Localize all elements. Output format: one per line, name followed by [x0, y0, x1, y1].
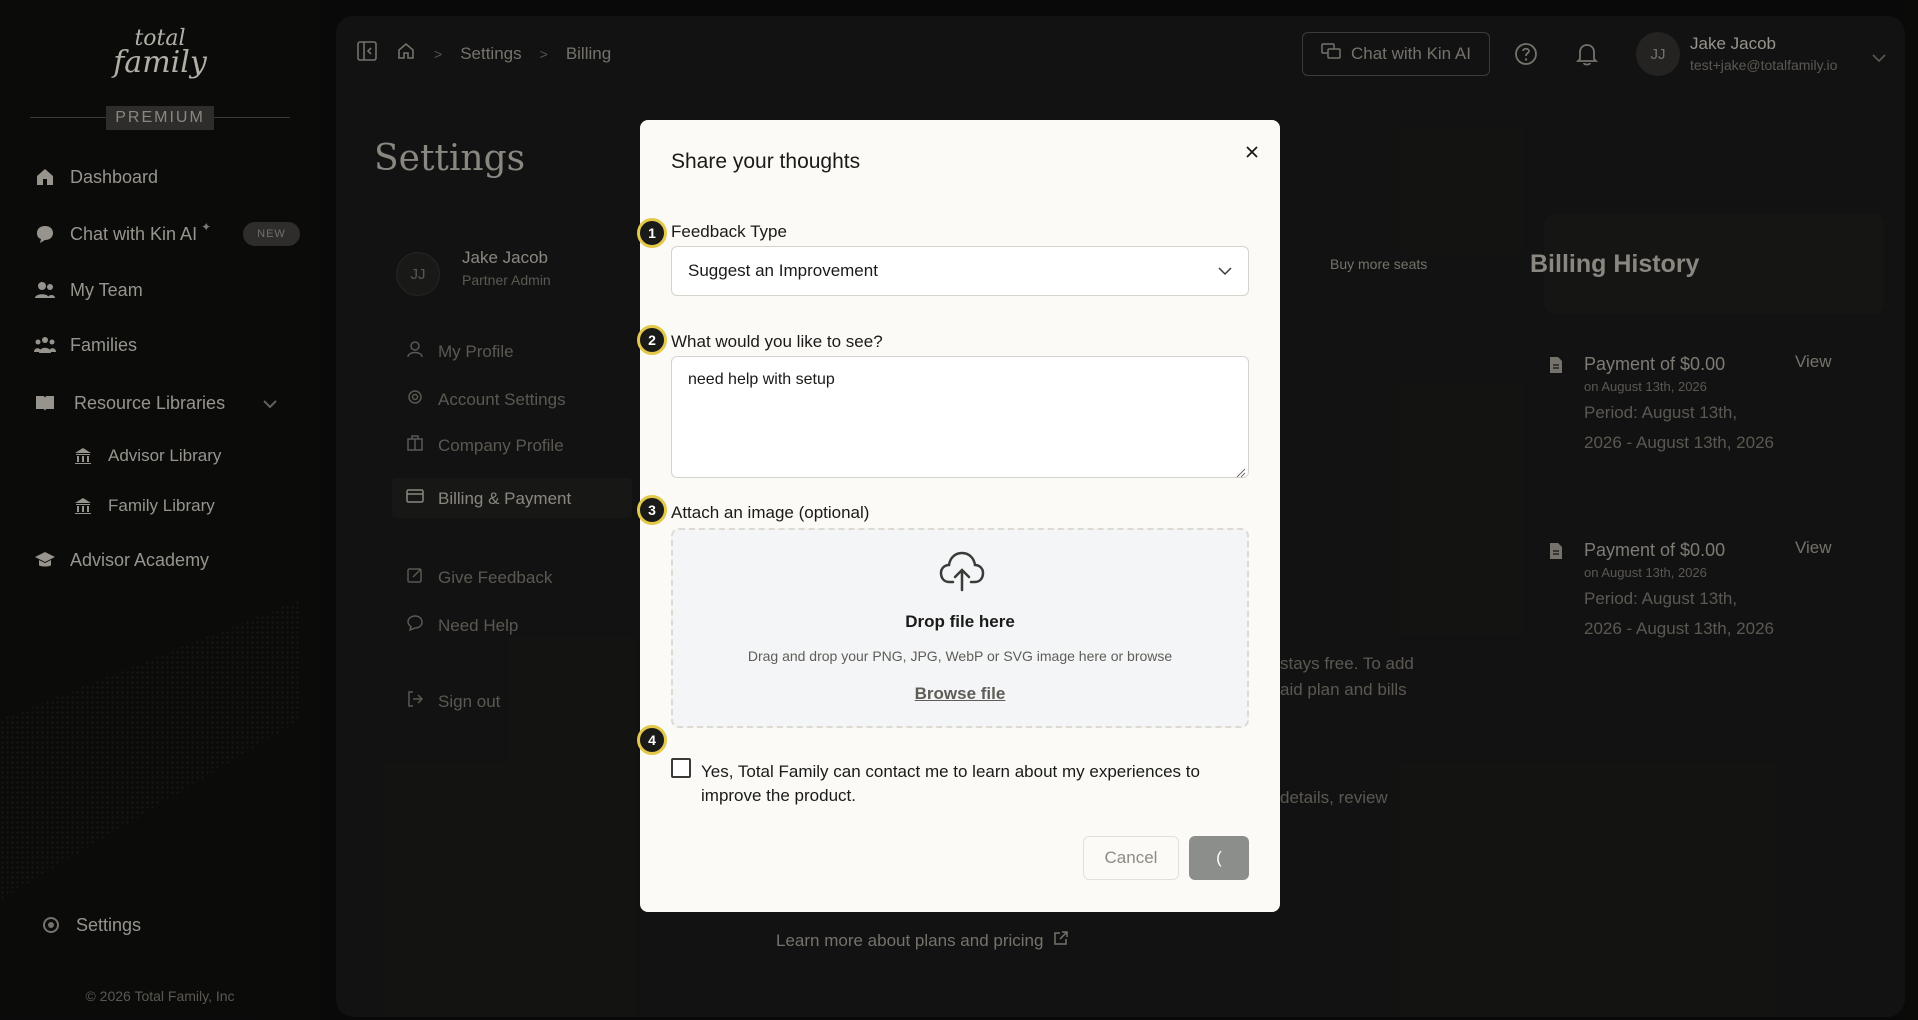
modal-title: Share your thoughts	[671, 150, 861, 173]
cancel-button[interactable]: Cancel	[1083, 836, 1179, 880]
feedback-type-value: Suggest an Improvement	[688, 261, 878, 280]
drop-title: Drop file here	[905, 612, 1015, 631]
contact-consent-label[interactable]: Yes, Total Family can contact me to lear…	[701, 760, 1241, 808]
step-marker-2: 2	[637, 325, 667, 355]
close-icon	[1245, 145, 1259, 164]
cloud-upload-icon	[939, 550, 985, 597]
feedback-type-label: Feedback Type	[671, 222, 787, 241]
drop-subtitle: Drag and drop your PNG, JPG, WebP or SVG…	[747, 648, 1173, 664]
attach-label: Attach an image (optional)	[671, 503, 870, 522]
contact-consent-checkbox[interactable]	[671, 758, 691, 778]
browse-file-link[interactable]: Browse file	[673, 684, 1247, 704]
feedback-textarea[interactable]: need help with setup	[671, 356, 1249, 478]
resize-handle-icon[interactable]	[1236, 465, 1246, 483]
step-marker-4: 4	[637, 725, 667, 755]
feedback-modal: Share your thoughts 1 Feedback Type Sugg…	[637, 120, 1280, 912]
submit-button[interactable]: (	[1189, 836, 1249, 880]
step-marker-3: 3	[637, 495, 667, 525]
step-marker-1: 1	[637, 218, 667, 248]
chevron-down-icon	[1218, 261, 1232, 281]
close-button[interactable]	[1240, 142, 1264, 166]
file-dropzone[interactable]: Drop file here Drag and drop your PNG, J…	[671, 528, 1249, 728]
textarea-label: What would you like to see?	[671, 332, 883, 351]
feedback-type-select[interactable]: Suggest an Improvement	[671, 246, 1249, 296]
